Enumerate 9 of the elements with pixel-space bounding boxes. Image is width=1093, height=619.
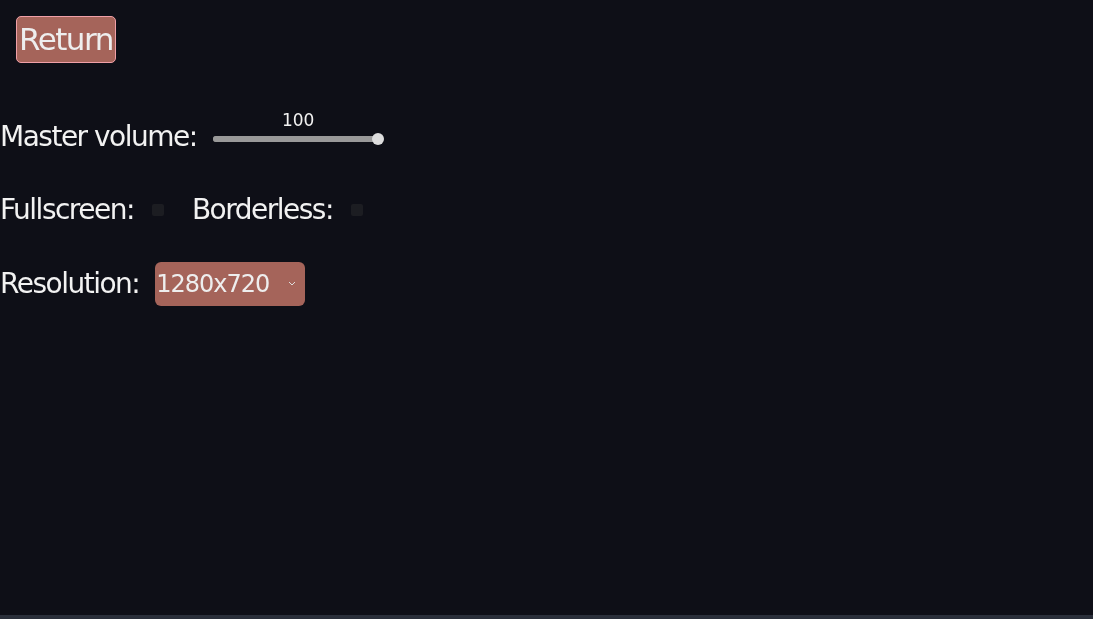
toggle-label: Borderless: [191, 196, 333, 225]
resolution-label: Resolution: [0, 270, 140, 299]
toggle-label: Fullscreen: [0, 196, 134, 225]
volume-slider[interactable] [212, 133, 384, 146]
resolution-dropdown[interactable]: 1280x720 [155, 262, 306, 307]
volume-reading: 100 [281, 108, 315, 132]
volume-label: Master volume: [0, 123, 197, 152]
caret-icon [287, 281, 298, 288]
return-button[interactable]: Return [16, 16, 116, 64]
